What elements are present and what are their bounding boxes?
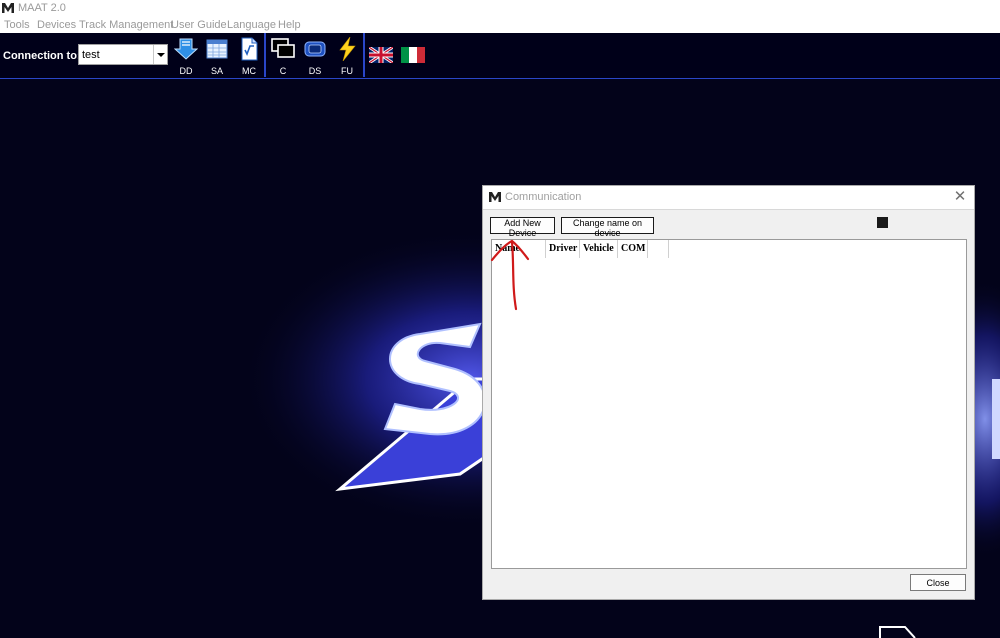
- device-settings-label: DS: [308, 66, 322, 76]
- download-data-icon: [174, 38, 198, 60]
- window-titlebar: MAAT 2.0: [0, 0, 1000, 17]
- main-toolbar: Connection to: test DD SA MC C DS FU: [0, 33, 1000, 79]
- download-data-label: DD: [179, 66, 193, 76]
- column-name[interactable]: Name: [492, 240, 546, 258]
- toolbar-separator: [363, 33, 365, 77]
- formula-document-label: MC: [242, 66, 256, 76]
- menu-language[interactable]: Language: [227, 19, 276, 31]
- app-logo-icon: [489, 192, 501, 202]
- change-name-button[interactable]: Change name on device: [561, 217, 654, 238]
- column-extra: [648, 240, 669, 258]
- firmware-update-label: FU: [341, 66, 353, 76]
- connection-value: test: [82, 49, 100, 61]
- column-vehicle[interactable]: Vehicle: [580, 240, 618, 258]
- communication-monitors-icon: [271, 38, 295, 58]
- device-settings-button[interactable]: DS: [300, 35, 330, 77]
- app-title: MAAT 2.0: [18, 2, 66, 14]
- toolbar-separator: [264, 33, 266, 77]
- spreadsheet-label: SA: [210, 66, 223, 76]
- uk-flag-icon[interactable]: [369, 47, 393, 63]
- spreadsheet-icon: [206, 39, 228, 59]
- connection-label: Connection to:: [3, 50, 81, 62]
- lightning-bolt-icon: [339, 37, 356, 61]
- menu-user-guide[interactable]: User Guide: [171, 19, 227, 31]
- close-button[interactable]: Close: [910, 574, 966, 591]
- status-square-icon: [877, 217, 888, 228]
- add-new-device-button[interactable]: Add New Device: [490, 217, 555, 238]
- dialog-titlebar: Communication ✕: [483, 186, 974, 210]
- menu-bar: Tools Devices Track Management User Guid…: [0, 17, 1000, 33]
- table-header: Name Driver Vehicle COM: [492, 240, 669, 258]
- communication-label: C: [279, 66, 287, 76]
- formula-document-button[interactable]: MC: [234, 35, 264, 77]
- download-data-button[interactable]: DD: [171, 35, 201, 77]
- communication-button[interactable]: C: [268, 35, 298, 77]
- app-logo-icon: [2, 3, 14, 13]
- italy-flag-icon[interactable]: [401, 47, 425, 63]
- menu-help[interactable]: Help: [278, 19, 301, 31]
- column-com[interactable]: COM: [618, 240, 648, 258]
- dialog-title: Communication: [505, 191, 582, 203]
- menu-track-management[interactable]: Track Management: [79, 19, 173, 31]
- spreadsheet-button[interactable]: SA: [202, 35, 232, 77]
- device-table[interactable]: Name Driver Vehicle COM: [491, 239, 967, 569]
- column-driver[interactable]: Driver: [546, 240, 580, 258]
- formula-document-icon: [241, 37, 258, 61]
- firmware-update-button[interactable]: FU: [332, 35, 362, 77]
- connection-select[interactable]: test: [78, 44, 168, 65]
- communication-dialog: Communication ✕ Add New Device Change na…: [482, 185, 975, 600]
- chevron-down-icon[interactable]: [153, 45, 167, 64]
- close-icon[interactable]: ✕: [952, 188, 968, 206]
- menu-tools[interactable]: Tools: [4, 19, 30, 31]
- menu-devices[interactable]: Devices: [37, 19, 76, 31]
- device-settings-icon: [304, 41, 326, 57]
